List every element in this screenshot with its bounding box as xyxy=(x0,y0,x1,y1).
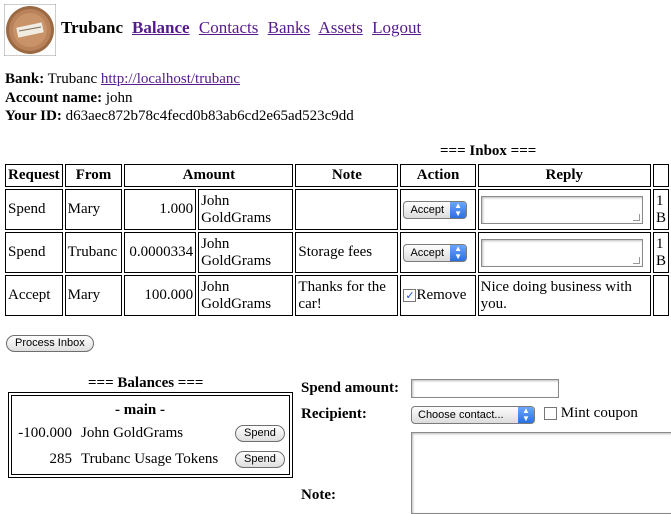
id-info: Your ID: d63aec872b78c4fecd0b83ab6cd2e65… xyxy=(5,108,354,125)
note-cell xyxy=(295,189,399,230)
asset-cell: John GoldGrams xyxy=(198,275,294,316)
mint-coupon-label: Mint coupon xyxy=(560,405,638,421)
action-select[interactable]: Accept ▲ ▼ xyxy=(403,200,468,219)
nav-assets[interactable]: Assets xyxy=(318,18,362,37)
mint-coupon-option: Mint coupon xyxy=(544,405,638,422)
bank-info: Bank: Trubanc http://localhost/trubanc xyxy=(5,71,240,88)
action-select-value: Accept xyxy=(410,246,445,259)
spend-note-textarea[interactable] xyxy=(411,432,671,514)
header-request: Request xyxy=(5,164,63,187)
id-label: Your ID: xyxy=(5,108,62,124)
asset-cell: John GoldGrams xyxy=(198,232,294,273)
bank-label: Bank: xyxy=(5,71,45,87)
from-cell: Mary xyxy=(64,275,123,316)
extra-cell xyxy=(652,275,669,316)
reply-cell xyxy=(477,189,651,230)
id-value: d63aec872b78c4fecd0b83ab6cd2e65ad523c9dd xyxy=(65,108,354,124)
spend-button[interactable]: Spend xyxy=(235,425,285,442)
inbox-title: === Inbox === xyxy=(440,143,537,159)
account-main-label: - main - xyxy=(115,402,165,418)
inbox-table: Request From Amount Note Action Reply Sp… xyxy=(3,162,671,318)
balances-title: === Balances === xyxy=(88,375,204,391)
from-cell: Trubanc xyxy=(64,232,123,273)
reply-input[interactable] xyxy=(480,238,643,267)
main-nav: Balance Contacts Banks Assets Logout xyxy=(132,18,426,38)
recipient-select[interactable]: Choose contact... ▲ ▼ xyxy=(411,406,535,425)
select-arrows-icon: ▲ ▼ xyxy=(450,201,467,218)
action-cell: ✓ Remove xyxy=(400,275,476,316)
bank-name: Trubanc xyxy=(47,71,98,87)
from-cell: Mary xyxy=(64,189,123,230)
remove-checkbox[interactable]: ✓ xyxy=(403,289,417,303)
asset-cell: John GoldGrams xyxy=(198,189,294,230)
spend-button[interactable]: Spend xyxy=(235,451,285,468)
recipient-select-wrap: Choose contact... ▲ ▼ xyxy=(411,406,535,425)
request-cell: Accept xyxy=(5,275,63,316)
nav-balance[interactable]: Balance xyxy=(132,18,190,37)
spend-amount-input[interactable] xyxy=(411,379,559,398)
balance-asset: Trubanc Usage Tokens xyxy=(81,451,219,467)
reply-cell xyxy=(477,232,651,273)
action-select[interactable]: Accept ▲ ▼ xyxy=(403,243,468,262)
request-cell: Spend xyxy=(5,189,63,230)
request-cell: Spend xyxy=(5,232,63,273)
table-row: Spend Mary 1.000 John GoldGrams Accept ▲… xyxy=(5,189,669,230)
header-extra xyxy=(652,164,669,187)
mint-coupon-checkbox[interactable] xyxy=(544,407,557,421)
extra-cell: 1 B xyxy=(652,189,669,230)
header-note: Note xyxy=(295,164,399,187)
note-cell: Storage fees xyxy=(295,232,399,273)
brand-title: Trubanc xyxy=(61,18,124,37)
recipient-label: Recipient: xyxy=(301,406,367,422)
action-cell: Accept ▲ ▼ xyxy=(400,189,476,230)
table-row: Accept Mary 100.000 John GoldGrams Thank… xyxy=(5,275,669,316)
process-inbox-button[interactable]: Process Inbox xyxy=(6,335,94,352)
remove-label: Remove xyxy=(416,287,467,303)
select-arrows-icon: ▲ ▼ xyxy=(450,244,467,261)
amount-cell: 100.000 xyxy=(124,275,197,316)
note-cell: Thanks for the car! xyxy=(295,275,399,316)
spend-amount-label: Spend amount: xyxy=(301,380,399,396)
header-amount: Amount xyxy=(124,164,294,187)
action-cell: Accept ▲ ▼ xyxy=(400,232,476,273)
nav-contacts[interactable]: Contacts xyxy=(199,18,259,37)
extra-cell: 1 B xyxy=(652,232,669,273)
account-info: Account name: john xyxy=(5,90,133,107)
table-row: Spend Trubanc 0.0000334 John GoldGrams S… xyxy=(5,232,669,273)
header-reply: Reply xyxy=(477,164,651,187)
account-label: Account name: xyxy=(5,90,103,106)
nav-logout[interactable]: Logout xyxy=(372,18,421,37)
inbox-header-row: Request From Amount Note Action Reply xyxy=(5,164,669,187)
header-from: From xyxy=(64,164,123,187)
select-arrows-icon: ▲ ▼ xyxy=(518,407,534,424)
reply-text-cell: Nice doing business with you. xyxy=(477,275,651,316)
amount-cell: 0.0000334 xyxy=(124,232,197,273)
note-label: Note: xyxy=(301,487,336,503)
reply-input[interactable] xyxy=(480,195,643,224)
trubanc-logo xyxy=(3,3,57,57)
header-action: Action xyxy=(400,164,476,187)
nav-banks[interactable]: Banks xyxy=(268,18,311,37)
balance-asset: John GoldGrams xyxy=(81,425,184,441)
amount-cell: 1.000 xyxy=(124,189,197,230)
action-select-value: Accept xyxy=(410,203,445,216)
balance-amount: -100.000 xyxy=(18,425,72,441)
bank-url-link[interactable]: http://localhost/trubanc xyxy=(101,71,240,87)
account-name: john xyxy=(105,90,133,106)
recipient-select-value: Choose contact... xyxy=(418,409,504,422)
balance-amount: 285 xyxy=(49,451,73,467)
